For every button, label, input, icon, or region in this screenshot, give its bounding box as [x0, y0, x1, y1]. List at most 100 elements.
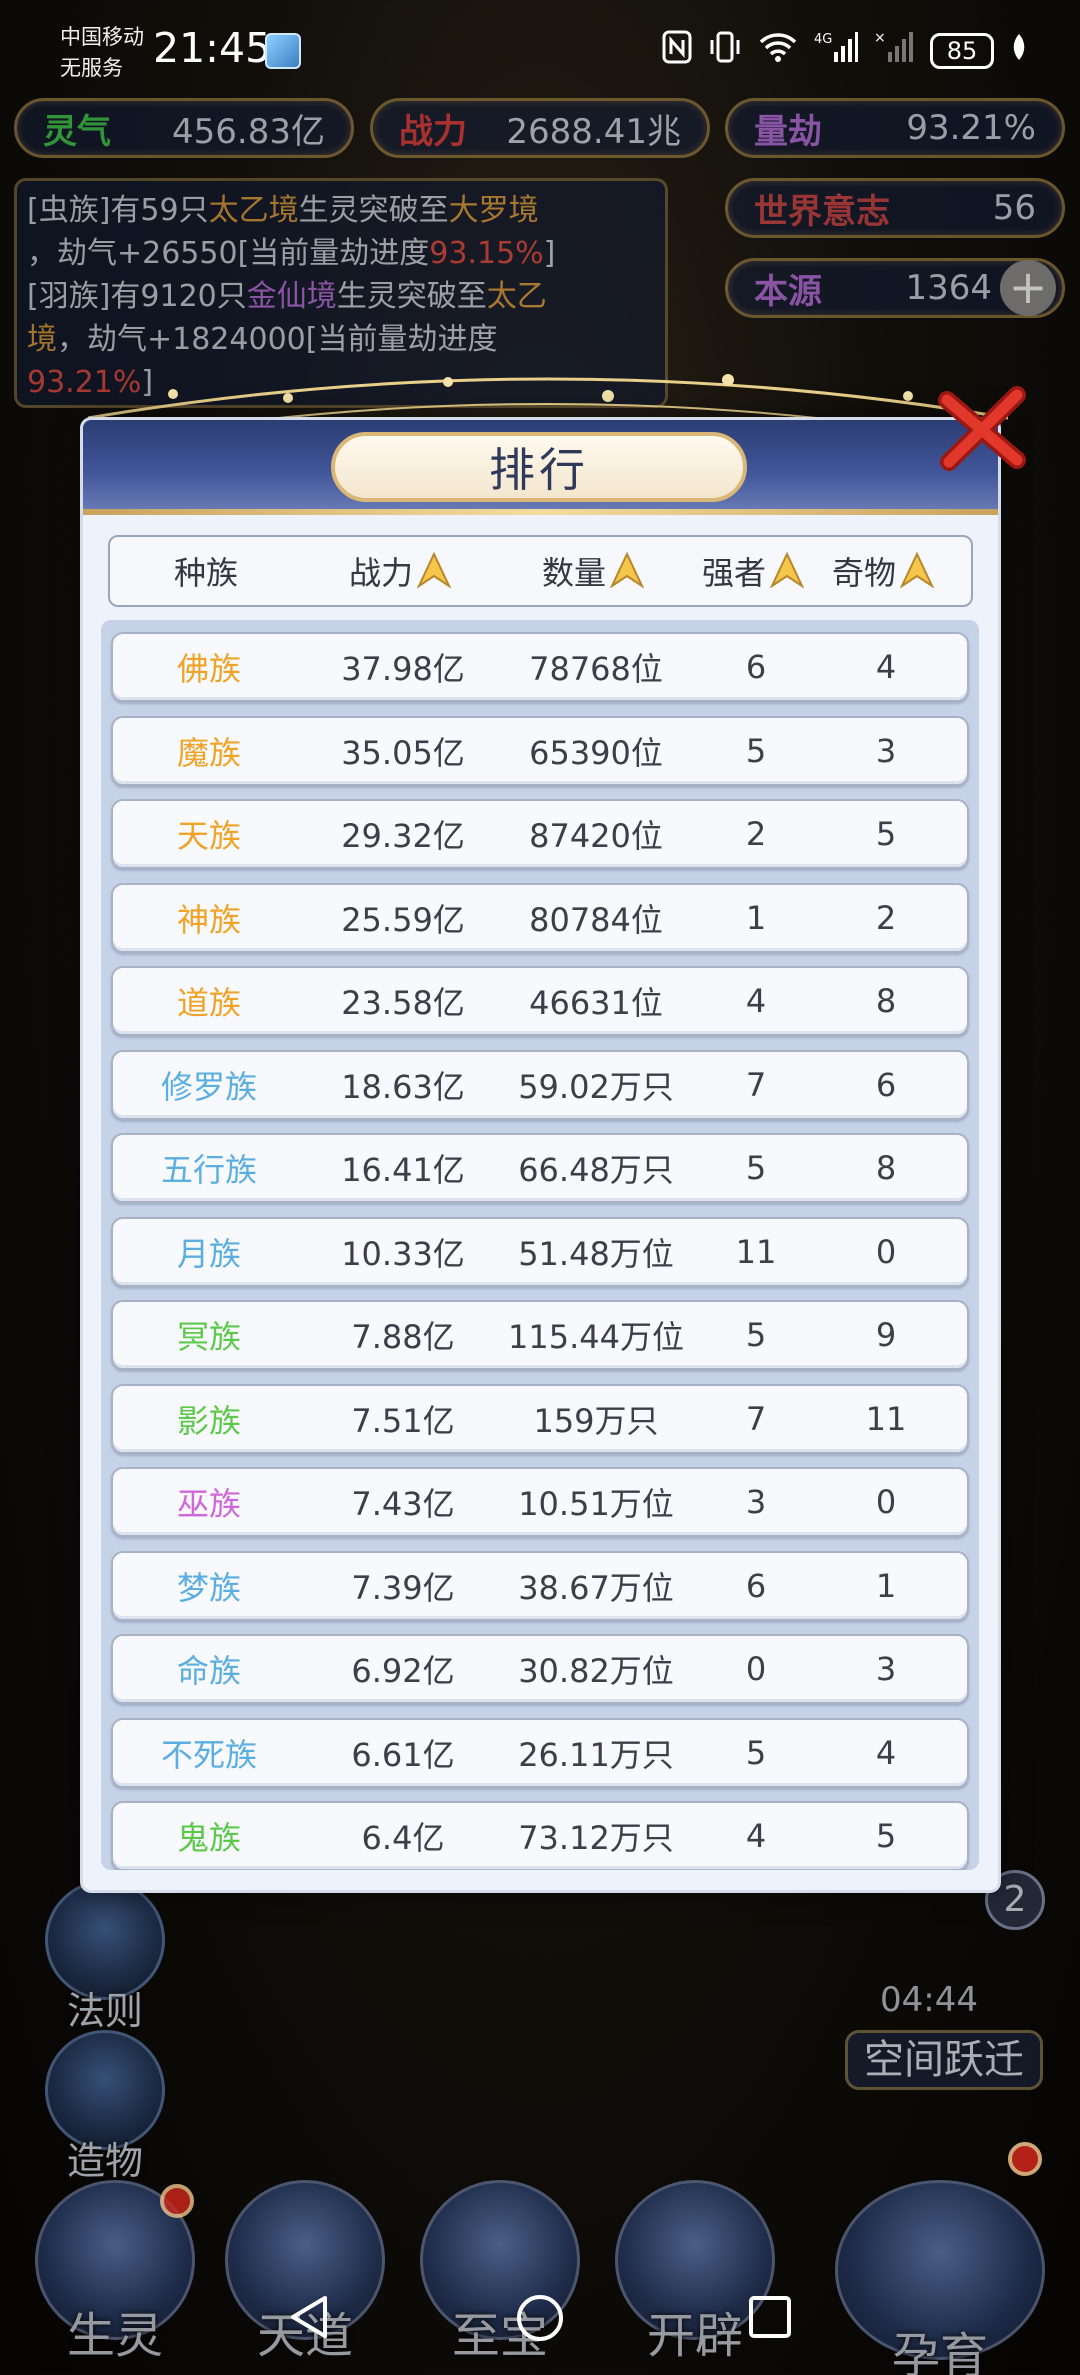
home-nav-button[interactable]: [514, 2292, 566, 2344]
sort-arrow-icon: [770, 552, 804, 589]
status-bar: 中国移动 无服务 21:45 4G × 85: [0, 0, 1080, 90]
count-value: 26.11万只: [518, 1735, 674, 1774]
tian-dao-button[interactable]: 天道: [215, 2180, 395, 2375]
items-value: 5: [875, 1817, 897, 1855]
carrier-info: 中国移动 无服务: [60, 22, 144, 84]
add-benyuan-button[interactable]: +: [1000, 260, 1056, 316]
zhanli-value: 2688.41兆: [506, 111, 681, 152]
items-value: 8: [875, 1149, 897, 1187]
cooldown-timer: 04:44: [880, 1980, 978, 2020]
column-label: 种族: [173, 554, 238, 592]
count-value: 66.48万只: [518, 1151, 674, 1189]
close-icon[interactable]: [937, 380, 1027, 475]
power-value: 35.05亿: [341, 733, 465, 772]
ranking-row[interactable]: 神族 25.59亿 80784位 1 2: [111, 882, 969, 953]
count-value: 78768位: [529, 650, 663, 688]
ranking-row[interactable]: 道族 23.58亿 46631位 4 8: [111, 966, 969, 1036]
log-highlight: 大罗境: [448, 193, 539, 228]
ranking-row[interactable]: 鬼族 6.4亿 73.12万只 4 5: [111, 1801, 969, 1870]
ranking-row[interactable]: 修罗族 18.63亿 59.02万只 7 6: [111, 1049, 969, 1120]
items-value: 11: [865, 1399, 907, 1438]
power-value: 37.98亿: [341, 650, 465, 688]
ranking-row[interactable]: 影族 7.51亿 159万只 7 11: [111, 1383, 969, 1454]
sort-by-items-button[interactable]: 奇物: [818, 548, 948, 594]
yun-yu-button[interactable]: 孕育: [825, 2180, 1055, 2375]
status-icons: 4G × 85: [662, 30, 1028, 71]
count-value: 65390位: [529, 733, 663, 772]
benyuan-label: 本源: [754, 271, 822, 312]
ranking-row[interactable]: 梦族 7.39亿 38.67万位 6 1: [111, 1550, 969, 1621]
log-highlight: 93.15%: [429, 236, 544, 271]
power-value: 6.4亿: [361, 1819, 445, 1857]
race-name: 月族: [176, 1234, 241, 1273]
count-value: 80784位: [529, 900, 663, 939]
ranking-row[interactable]: 天族 29.32亿 87420位 2 5: [111, 799, 969, 869]
zao-wu-button[interactable]: 造物: [40, 2030, 170, 2185]
strong-value: 4: [745, 1817, 767, 1855]
items-value: 2: [875, 898, 897, 937]
ranking-list[interactable]: 佛族 37.98亿 78768位 6 4 魔族 35.05亿 65390位 5 3 天族 29.32亿…: [101, 620, 979, 1870]
race-name: 命族: [176, 1652, 241, 1690]
log-highlight: 金仙境: [246, 279, 337, 314]
count-value: 30.82万位: [518, 1652, 674, 1690]
log-text: ，劫气+26550[当前量劫进度: [27, 236, 430, 271]
items-value: 9: [875, 1316, 897, 1354]
ranking-row[interactable]: 不死族 6.61亿 26.11万只 5 4: [111, 1717, 969, 1788]
column-label: 数量: [541, 554, 606, 592]
ranking-row[interactable]: 月族 10.33亿 51.48万位 11 0: [111, 1216, 969, 1287]
power-value: 29.32亿: [341, 817, 465, 855]
sort-by-power-button[interactable]: 战力: [302, 548, 498, 594]
strong-value: 3: [745, 1483, 767, 1521]
recents-icon: [749, 2296, 791, 2338]
fa-ze-button[interactable]: 法则: [40, 1880, 170, 2035]
leaf-icon: [1010, 32, 1028, 69]
sort-by-strong-button[interactable]: 强者: [688, 548, 818, 594]
log-highlight: 太乙境: [208, 193, 299, 228]
recents-nav-button[interactable]: [745, 2292, 795, 2342]
ranking-row[interactable]: 佛族 37.98亿 78768位 6 4: [111, 632, 969, 702]
log-line: [羽族]有9120只金仙境生灵突破至太乙: [27, 275, 655, 318]
zhi-bao-button[interactable]: 至宝: [410, 2180, 590, 2375]
strong-value: 5: [745, 1733, 767, 1772]
items-value: 3: [875, 1650, 897, 1688]
strong-value: 6: [745, 1566, 767, 1605]
space-jump-button[interactable]: 空间跃迁: [845, 2030, 1043, 2090]
ranking-row[interactable]: 命族 6.92亿 30.82万位 0 3: [111, 1634, 969, 1704]
sort-by-count-button[interactable]: 数量: [498, 548, 688, 594]
strong-value: 5: [745, 1316, 767, 1354]
power-value: 10.33亿: [341, 1234, 465, 1273]
fa-ze-label: 法则: [66, 1989, 143, 2033]
strong-value: 4: [745, 982, 767, 1020]
no-signal-icon: ×: [874, 30, 914, 71]
power-value: 16.41亿: [341, 1151, 465, 1189]
app-notification-icon: [265, 33, 301, 69]
power-value: 6.61亿: [351, 1735, 455, 1774]
back-nav-button[interactable]: [285, 2292, 335, 2342]
strong-value: 6: [745, 648, 767, 686]
count-value: 115.44万位: [508, 1318, 684, 1356]
kai-pi-button[interactable]: 开辟: [605, 2180, 785, 2375]
ranking-row[interactable]: 冥族 7.88亿 115.44万位 5 9: [111, 1300, 969, 1370]
strong-value: 5: [745, 731, 767, 770]
home-icon: [517, 2295, 563, 2341]
log-text: [羽族]有9120只: [27, 279, 247, 314]
ranking-row[interactable]: 巫族 7.43亿 10.51万位 3 0: [111, 1467, 969, 1537]
ranking-row[interactable]: 五行族 16.41亿 66.48万只 5 8: [111, 1133, 969, 1203]
count-value: 159万只: [533, 1401, 659, 1440]
ranking-modal: 排行 种族 战力 数量 强者 奇物 佛族 37.98亿 78768位 6 4 魔族 35.0…: [83, 420, 998, 1890]
column-race: 种族: [110, 548, 302, 594]
strong-value: 7: [745, 1065, 767, 1104]
power-value: 7.88亿: [351, 1318, 455, 1356]
log-highlight: 境: [27, 322, 57, 357]
count-value: 87420位: [529, 817, 663, 855]
strong-value: 0: [745, 1650, 767, 1688]
ranking-row[interactable]: 魔族 35.05亿 65390位 5 3: [111, 715, 969, 786]
power-value: 7.43亿: [351, 1485, 455, 1523]
zhanli-resource: 战力 2688.41兆: [370, 98, 710, 158]
race-name: 佛族: [176, 650, 241, 688]
power-value: 7.51亿: [351, 1401, 455, 1440]
log-text: [虫族]有59只: [27, 193, 209, 228]
count-value: 10.51万位: [518, 1485, 674, 1523]
modal-title: 排行: [489, 443, 589, 497]
count-value: 73.12万只: [518, 1819, 674, 1857]
